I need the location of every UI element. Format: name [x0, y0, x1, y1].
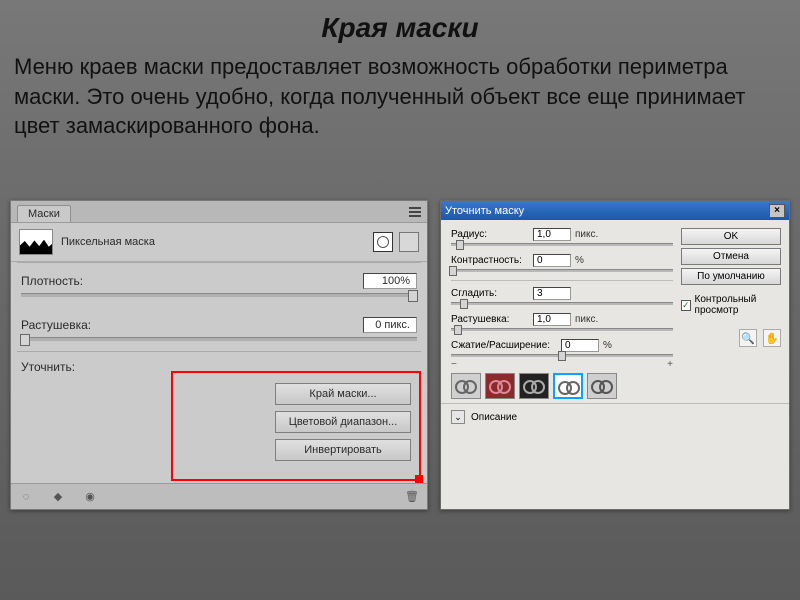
description-toggle-icon[interactable]: ⌄	[451, 410, 465, 424]
density-value[interactable]: 100%	[363, 273, 417, 289]
page-description: Меню краев маски предоставляет возможнос…	[0, 44, 800, 141]
feather-label: Растушевка:	[21, 318, 363, 332]
radius-input[interactable]: 1,0	[533, 228, 571, 241]
load-selection-icon[interactable]: ◌	[19, 490, 33, 504]
preview-checkbox[interactable]: ✓	[681, 300, 691, 311]
masks-panel: Маски Пиксельная маска Плотность: 100% Р…	[10, 200, 428, 510]
radius-unit: пикс.	[575, 229, 598, 240]
refine-label: Уточнить:	[21, 360, 141, 374]
density-slider[interactable]	[21, 293, 417, 297]
dialog-title: Уточнить маску	[445, 205, 524, 217]
hand-icon[interactable]: ✋	[763, 329, 781, 347]
preview-check-label: Контрольный просмотр	[695, 294, 781, 316]
mask-thumbnail-icon	[19, 229, 53, 255]
color-range-button[interactable]: Цветовой диапазон...	[275, 411, 411, 433]
feather-label-dlg: Растушевка:	[451, 314, 533, 325]
radius-slider[interactable]	[451, 243, 673, 246]
radius-label: Радиус:	[451, 229, 533, 240]
dialog-titlebar[interactable]: Уточнить маску ×	[441, 201, 789, 220]
smooth-label: Сгладить:	[451, 288, 533, 299]
smooth-slider[interactable]	[451, 302, 673, 305]
vector-mask-button[interactable]	[399, 232, 419, 252]
panel-menu-icon[interactable]	[409, 207, 421, 217]
invert-button[interactable]: Инвертировать	[275, 439, 411, 461]
preview-modes	[441, 369, 789, 403]
page-title: Края маски	[0, 0, 800, 44]
close-icon[interactable]: ×	[769, 204, 785, 218]
smooth-input[interactable]: 3	[533, 287, 571, 300]
preview-mode-standard[interactable]	[451, 373, 481, 399]
preview-mode-mask[interactable]	[587, 373, 617, 399]
feather-input-dlg[interactable]: 1,0	[533, 313, 571, 326]
contrast-label: Контрастность:	[451, 255, 533, 266]
description-label: Описание	[471, 412, 517, 423]
feather-unit-dlg: пикс.	[575, 314, 598, 325]
refine-mask-dialog: Уточнить маску × Радиус:1,0пикс. Контрас…	[440, 200, 790, 510]
zoom-icon[interactable]: 🔍	[739, 329, 757, 347]
shrink-unit: %	[603, 340, 612, 351]
preview-mode-rubylith[interactable]	[485, 373, 515, 399]
toggle-mask-icon[interactable]: ◉	[83, 490, 97, 504]
contrast-input[interactable]: 0	[533, 254, 571, 267]
feather-value[interactable]: 0 пикс.	[363, 317, 417, 333]
mask-type-label: Пиксельная маска	[61, 236, 155, 248]
contrast-unit: %	[575, 255, 584, 266]
cancel-button[interactable]: Отмена	[681, 248, 781, 265]
pixel-mask-button[interactable]	[373, 232, 393, 252]
default-button[interactable]: По умолчанию	[681, 268, 781, 285]
feather-slider[interactable]	[21, 337, 417, 341]
preview-mode-white[interactable]	[553, 373, 583, 399]
trash-icon[interactable]: 🗑	[405, 490, 419, 504]
density-label: Плотность:	[21, 274, 363, 288]
feather-slider-dlg[interactable]	[451, 328, 673, 331]
apply-mask-icon[interactable]: ◆	[51, 490, 65, 504]
tabbar: Маски	[11, 201, 427, 223]
mask-edge-button[interactable]: Край маски...	[275, 383, 411, 405]
shrink-label: Сжатие/Расширение:	[451, 340, 561, 351]
contrast-slider[interactable]	[451, 269, 673, 272]
tab-masks[interactable]: Маски	[17, 205, 71, 222]
ok-button[interactable]: OK	[681, 228, 781, 245]
shrink-slider[interactable]: −+	[451, 354, 673, 357]
panel-footer: ◌ ◆ ◉ 🗑	[11, 483, 427, 509]
shrink-input[interactable]: 0	[561, 339, 599, 352]
preview-mode-black[interactable]	[519, 373, 549, 399]
